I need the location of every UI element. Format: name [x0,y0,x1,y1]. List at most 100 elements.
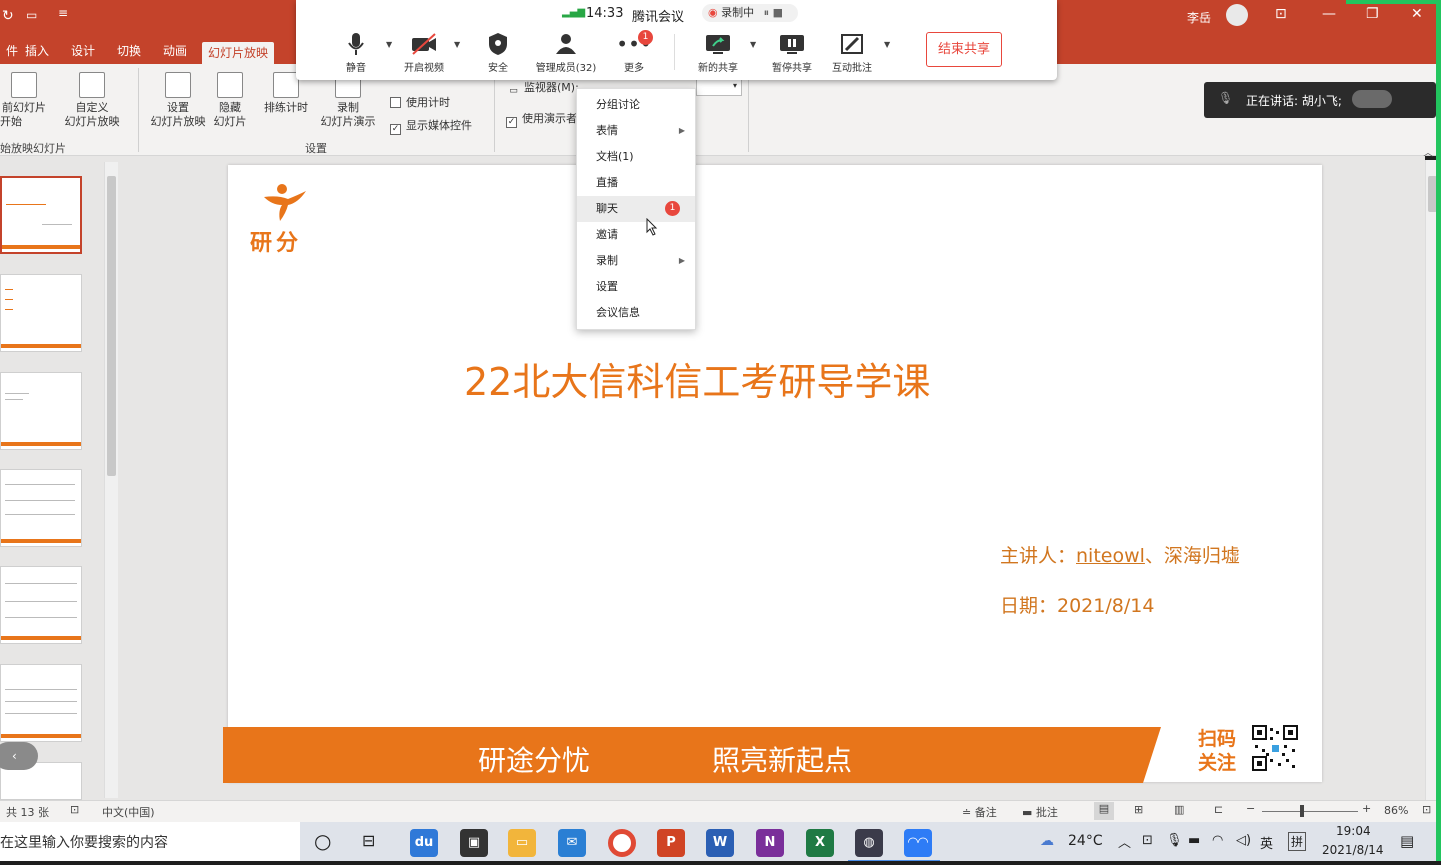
comments-button[interactable]: ▬ 批注 [1022,804,1058,820]
close-icon[interactable]: ✕ [1411,6,1423,22]
setup-slideshow-button[interactable]: 设置 幻灯片放映 [146,72,210,129]
record-slideshow-button[interactable]: 录制 幻灯片演示 [314,72,382,129]
taskbar-search[interactable]: 在这里输入你要搜索的内容 [0,822,300,865]
wifi-icon[interactable]: ◠ [1212,833,1223,848]
slide-sorter-icon[interactable]: ⊞ [1134,803,1143,816]
menu-item-documents[interactable]: 文档(1) [577,144,695,170]
recording-indicator[interactable]: ◉ 录制中 ⏸ ■ [702,4,798,22]
restore-icon[interactable]: ❐ [1366,6,1379,22]
tray-expand-icon[interactable]: ︿ [1118,832,1131,851]
tab-slideshow[interactable]: 幻灯片放映 [202,42,275,64]
menu-item-meeting-info[interactable]: 会议信息 [577,300,695,326]
custom-slideshow-button[interactable]: 自定义 幻灯片放映 [56,72,128,129]
slide-thumbnail[interactable] [0,566,82,644]
monitor-select[interactable]: ▭ 监视器(M): [508,79,579,98]
tab-transitions[interactable]: 切换 [111,40,147,62]
zoom-in-icon[interactable]: + [1362,802,1371,815]
tab-design[interactable]: 设计 [65,40,101,62]
more-button[interactable]: ••• 更多 1 [614,30,654,74]
battery-icon[interactable]: ▬ [1188,833,1200,848]
menu-item-settings[interactable]: 设置 [577,274,695,300]
menu-item-chat[interactable]: 聊天 1 [577,196,695,222]
volume-icon[interactable]: ◁) [1236,833,1251,848]
qat-dropdown-icon[interactable]: ≡ [58,6,68,20]
annotate-caret-icon[interactable]: ▼ [884,40,890,49]
clock-date[interactable]: 2021/8/14 [1322,843,1384,857]
stop-icon[interactable]: ■ [773,6,783,19]
slide-thumbnail[interactable] [0,469,82,547]
baidu-icon[interactable]: du [410,829,438,857]
chrome-icon[interactable] [608,829,636,857]
from-current-slide-button[interactable]: 前幻灯片 开始 [0,72,48,129]
menu-item-reactions[interactable]: 表情 ▶ [577,118,695,144]
taskview-icon[interactable]: ⊟ [362,831,375,850]
menu-item-live[interactable]: 直播 [577,170,695,196]
undo-icon[interactable]: ↻ [2,8,14,24]
clock-time[interactable]: 19:04 [1336,824,1371,838]
notes-button[interactable]: ≐ 备注 [962,804,997,820]
show-media-controls-checkbox[interactable]: ✓ 显示媒体控件 [390,117,472,135]
slide-thumbnail[interactable] [0,372,82,450]
zoom-slider-thumb[interactable] [1300,805,1304,817]
excel-icon[interactable]: X [806,829,834,857]
pause-icon[interactable]: ⏸ [764,6,770,19]
ime-mode[interactable]: 拼 [1288,832,1307,851]
spellcheck-icon[interactable]: ⊡ [70,803,79,816]
share-caret-icon[interactable]: ▼ [750,40,756,49]
video-button[interactable]: 开启视频 [400,32,448,74]
folder-icon[interactable]: ▭ [508,829,536,857]
tencent-meeting-icon[interactable]: ◠◠ [904,829,932,857]
weather-temp[interactable]: 24°C [1068,833,1103,849]
app-icon[interactable]: ◍ [855,829,883,857]
slide[interactable]: 研分 22北大信科信工考研导学课 主讲人：niteowl、深海归墟 日期：202… [223,165,1322,783]
word-icon[interactable]: W [706,829,734,857]
language-indicator[interactable]: 中文(中国) [102,804,155,820]
mail-icon[interactable]: ✉ [558,829,586,857]
zoom-level[interactable]: 86% [1384,804,1408,817]
cortana-icon[interactable]: ○ [314,829,331,853]
security-button[interactable]: 安全 [480,32,516,74]
avatar[interactable] [1226,4,1248,26]
present-icon[interactable]: ▭ [26,8,37,22]
notification-icon[interactable]: ▤ [1400,832,1414,850]
video-caret-icon[interactable]: ▼ [454,40,460,49]
zoom-slider[interactable] [1262,811,1358,812]
presenter-link[interactable]: niteowl [1076,545,1145,567]
manage-members-button[interactable]: 管理成员(32) [534,32,598,74]
mute-caret-icon[interactable]: ▼ [386,40,392,49]
screen-bottom-edge [0,861,1441,865]
ime-indicator[interactable]: 英 [1260,833,1273,852]
presenter-view-checkbox[interactable]: ✓ 使用演示者 [506,110,577,128]
slide-thumbnail[interactable] [0,274,82,352]
new-share-button[interactable]: 新的共享 [694,32,742,74]
more-menu: 分组讨论 表情 ▶ 文档(1) 直播 聊天 1 邀请 录制 ▶ 设置 会议信息 [576,88,696,330]
store-icon[interactable]: ▣ [460,829,488,857]
normal-view-icon[interactable]: ▤ [1094,802,1114,820]
menu-item-invite[interactable]: 邀请 [577,222,695,248]
slideshow-view-icon[interactable]: ⊏ [1214,803,1223,816]
ribbon-display-icon[interactable]: ⊡ [1275,6,1287,22]
powerpoint-icon[interactable]: P [657,829,685,857]
annotate-button[interactable]: 互动批注 [830,32,874,74]
slide-thumbnail[interactable] [0,176,82,254]
hide-slide-button[interactable]: 隐藏 幻灯片 [210,72,250,129]
tray-app-icon[interactable]: ⊡ [1142,833,1153,848]
use-timings-checkbox[interactable]: 使用计时 [390,94,450,110]
tab-animations[interactable]: 动画 [157,40,193,62]
onenote-icon[interactable]: N [756,829,784,857]
zoom-out-icon[interactable]: − [1246,802,1255,815]
menu-item-breakout[interactable]: 分组讨论 [577,92,695,118]
menu-item-record[interactable]: 录制 ▶ [577,248,695,274]
end-share-button[interactable]: 结束共享 [926,32,1002,67]
thumbnail-scrollbar[interactable] [104,162,118,798]
monitor-dropdown[interactable]: ▾ [696,78,742,96]
tab-insert[interactable]: 插入 [19,40,55,62]
minimize-icon[interactable]: — [1322,6,1336,22]
tray-mic-icon[interactable]: 🎙 [1166,833,1183,848]
collapse-panel-button[interactable]: ‹ [0,742,38,770]
reading-view-icon[interactable]: ▥ [1174,803,1184,816]
pause-share-button[interactable]: 暂停共享 [770,32,814,74]
mute-button[interactable]: 静音 [338,32,374,74]
slide-thumbnail[interactable] [0,664,82,742]
fit-slide-icon[interactable]: ⊡ [1422,803,1431,816]
